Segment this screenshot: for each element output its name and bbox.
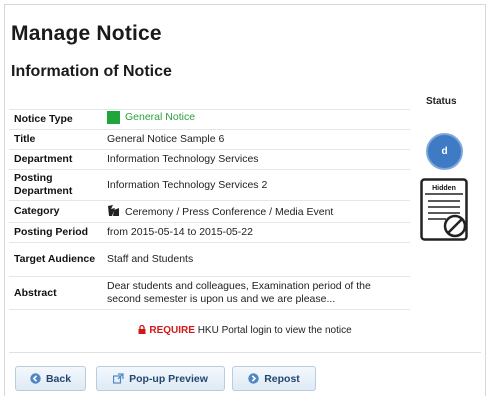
abstract-value: Dear students and colleagues, Examinatio… (103, 276, 410, 310)
repost-button[interactable]: Repost (232, 366, 316, 391)
notice-type-label: Notice Type (9, 109, 103, 130)
target-audience-label: Target Audience (9, 242, 103, 277)
page-title: Manage Notice (11, 22, 162, 45)
posting-department-label: Posting Department (9, 169, 103, 201)
status-header: Status (426, 96, 457, 107)
row-posting-department: Posting Department Information Technolog… (9, 169, 410, 201)
popup-window-icon (113, 373, 124, 384)
row-target-audience: Target Audience Staff and Students (9, 242, 410, 277)
notice-info-table: Notice Type General Notice Title General… (9, 109, 410, 310)
popup-preview-button[interactable]: Pop-up Preview (96, 366, 225, 391)
status-indicator: d (426, 133, 463, 170)
posting-period-label: Posting Period (9, 222, 103, 243)
row-notice-type: Notice Type General Notice (9, 109, 410, 130)
section-title: Information of Notice (11, 63, 172, 80)
hidden-label: Hidden (432, 185, 456, 192)
row-title: Title General Notice Sample 6 (9, 129, 410, 150)
category-value: Ceremony / Press Conference / Media Even… (125, 206, 334, 219)
notice-type-text: General Notice (125, 111, 196, 124)
category-label: Category (9, 200, 103, 223)
row-posting-period: Posting Period from 2015-05-14 to 2015-0… (9, 222, 410, 243)
hidden-document-icon: Hidden (420, 178, 468, 241)
abstract-label: Abstract (9, 276, 103, 310)
require-login-notice: REQUIRE HKU Portal login to view the not… (0, 325, 490, 336)
media-event-icon (107, 204, 120, 218)
require-text: HKU Portal login to view the notice (197, 325, 352, 336)
department-value: Information Technology Services (103, 149, 410, 170)
green-square-icon (107, 111, 120, 125)
row-abstract: Abstract Dear students and colleagues, E… (9, 276, 410, 310)
back-button-label: Back (45, 372, 72, 385)
back-arrow-icon (30, 373, 41, 384)
back-button[interactable]: Back (15, 366, 86, 391)
department-label: Department (9, 149, 103, 170)
divider (9, 352, 481, 353)
posting-department-value: Information Technology Services 2 (103, 169, 410, 201)
repost-button-label: Repost (264, 372, 300, 385)
posting-period-value: from 2015-05-14 to 2015-05-22 (103, 222, 410, 243)
title-value: General Notice Sample 6 (103, 129, 410, 150)
title-label: Title (9, 129, 103, 150)
repost-icon (248, 373, 259, 384)
require-keyword: REQUIRE (149, 325, 195, 336)
row-department: Department Information Technology Servic… (9, 149, 410, 170)
target-audience-value: Staff and Students (103, 242, 410, 277)
notice-type-value: General Notice (107, 111, 196, 125)
popup-preview-label: Pop-up Preview (129, 372, 208, 385)
lock-icon (138, 325, 146, 334)
row-category: Category Ceremony / Press Conference / M… (9, 200, 410, 223)
